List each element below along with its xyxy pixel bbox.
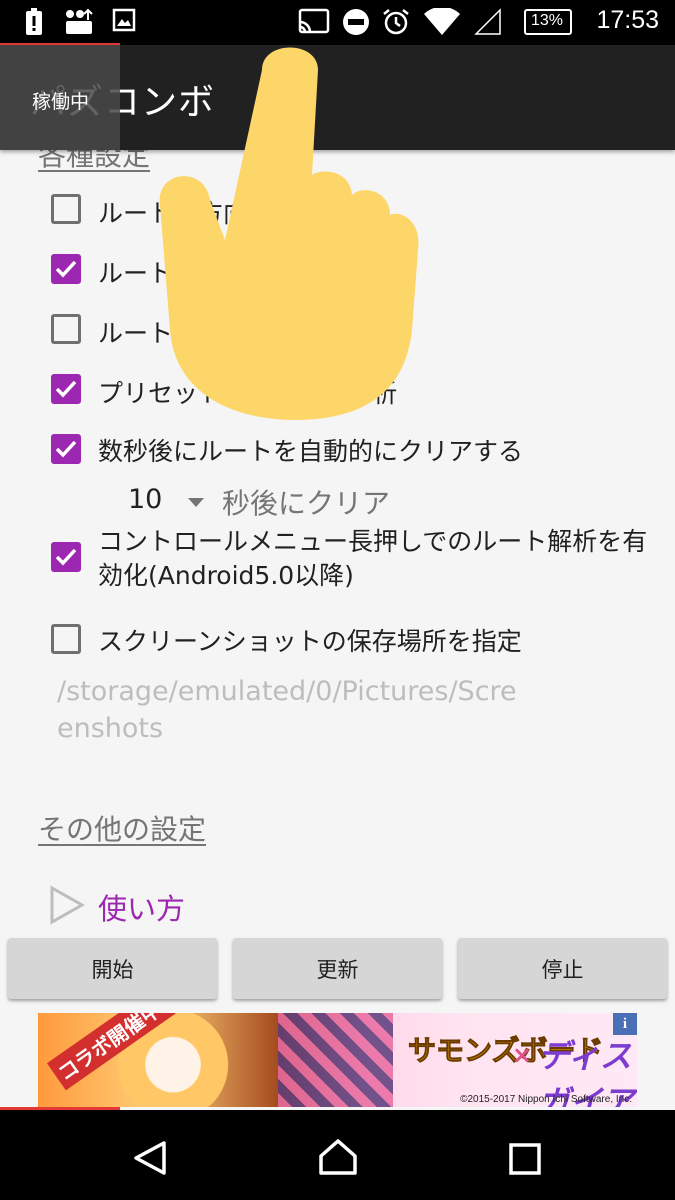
ad-info-icon[interactable]: i	[613, 1013, 637, 1035]
checkbox-route-persist[interactable]	[51, 314, 81, 344]
label-use-preset: プリセットを使用して解析	[98, 379, 398, 408]
running-indicator[interactable]: 稼働中	[0, 45, 120, 150]
section-title-other: その他の設定	[38, 813, 207, 846]
ad-copyright: ©2015-2017 Nippon Ichi Software, Inc.	[460, 1094, 632, 1105]
checkbox-longpress-analysis[interactable]	[51, 542, 81, 572]
label-auto-clear: 数秒後にルートを自動的にクリアする	[98, 437, 524, 466]
start-button[interactable]: 開始	[8, 938, 217, 999]
running-label: 稼働中	[32, 91, 90, 113]
do-not-disturb-icon	[343, 9, 369, 35]
clock: 17:53	[596, 6, 659, 34]
chevron-down-icon[interactable]	[188, 498, 204, 507]
image-icon	[112, 8, 136, 32]
alert-icon	[26, 8, 42, 35]
howto-link[interactable]: 使い方	[98, 886, 185, 928]
cast-icon	[298, 8, 330, 34]
home-icon[interactable]	[318, 1138, 358, 1176]
back-icon[interactable]	[132, 1140, 168, 1176]
signal-icon	[474, 8, 501, 35]
settings-list: 各種設定 ルート四方向のみ ルートクリア後ルート表示 ルート消えずにルート表示 …	[0, 130, 675, 930]
wifi-icon	[424, 8, 460, 35]
checkbox-auto-clear[interactable]	[51, 434, 81, 464]
alarm-icon	[383, 9, 409, 35]
screenshot-path: /storage/emulated/0/Pictures/Screenshots	[57, 676, 517, 744]
stop-button[interactable]: 停止	[458, 938, 667, 999]
label-route-persist: ルート消えずにルート表示	[98, 319, 399, 348]
button-bar: 開始 更新 停止	[0, 930, 675, 1010]
ad-board-image	[278, 1013, 393, 1107]
status-bar: 13% 17:53	[0, 0, 675, 46]
ad-times: ×	[512, 1041, 533, 1069]
clear-seconds-suffix: 秒後にクリア	[222, 487, 391, 520]
checkbox-route-four-way[interactable]	[51, 194, 81, 224]
navigation-bar	[0, 1110, 675, 1200]
checkbox-route-show-after-clear[interactable]	[51, 254, 81, 284]
battery-percent: 13%	[531, 12, 564, 29]
label-longpress-analysis: コントロールメニュー長押しでのルート解析を有効化(Android5.0以降)	[98, 527, 648, 590]
label-route-four-way: ルート四方向のみ	[98, 199, 299, 228]
recents-icon[interactable]	[509, 1143, 541, 1175]
label-route-show-after-clear: ルートクリア後ルート表示	[98, 259, 399, 288]
play-icon	[50, 885, 86, 925]
checkbox-use-preset[interactable]	[51, 374, 81, 404]
usb-icon	[66, 8, 93, 34]
app-toolbar: パズコンボ 稼働中	[0, 45, 675, 150]
ad-banner[interactable]: コラボ開催中! サモンズボード × ディスガイア5 i ©2015-2017 N…	[38, 1013, 637, 1107]
update-button[interactable]: 更新	[233, 938, 442, 999]
clear-seconds-spinner[interactable]: 10	[128, 484, 162, 515]
battery-icon: 13%	[524, 9, 572, 35]
label-screenshot-location: スクリーンショットの保存場所を指定	[98, 627, 522, 656]
checkbox-screenshot-location[interactable]	[51, 624, 81, 654]
